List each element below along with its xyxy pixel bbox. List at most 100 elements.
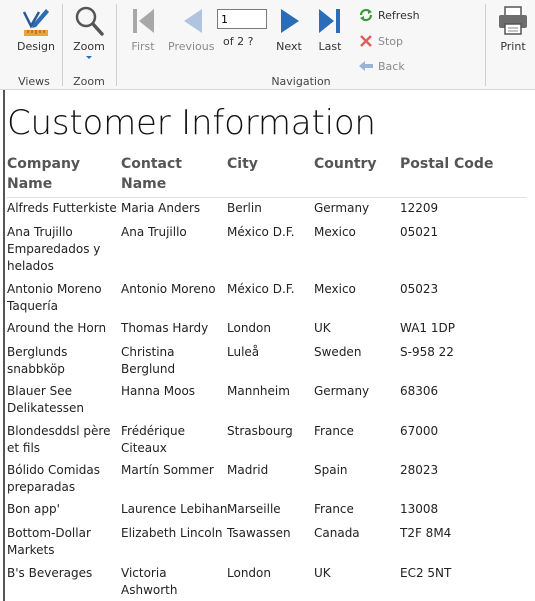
cell-postal-code: 05021: [400, 225, 439, 239]
cell-country: UK: [314, 566, 331, 580]
refresh-icon: [359, 8, 373, 22]
cell-contact: Hanna Moos: [121, 384, 196, 398]
next-page-icon: [281, 9, 299, 33]
cell-contact: Maria Anders: [121, 201, 201, 215]
cell-city: Strasbourg: [227, 424, 293, 438]
cell-city: London: [227, 321, 271, 335]
dropdown-arrow-icon: [86, 56, 92, 59]
cell-country: France: [314, 502, 354, 516]
previous-page-icon: [184, 9, 202, 33]
cell-company: B's Beverages: [7, 566, 93, 580]
cell-country: Mexico: [314, 225, 356, 239]
previous-page-button[interactable]: Previous: [168, 4, 215, 53]
cell-postal-code: EC2 5NT: [400, 566, 452, 580]
design-button[interactable]: Design: [14, 4, 58, 53]
cell-city: México D.F.: [227, 282, 295, 296]
report-toolbar: Design Views Zoom Zoom Navigation First: [0, 0, 535, 90]
cell-city: Marseille: [227, 502, 281, 516]
first-page-button[interactable]: First: [127, 4, 159, 53]
stop-icon: [360, 35, 372, 47]
refresh-button[interactable]: Refresh: [358, 6, 420, 24]
report-title: Customer Information: [7, 103, 376, 143]
stop-label: Stop: [378, 34, 404, 48]
next-page-button[interactable]: Next: [275, 4, 303, 53]
last-page-icon: [319, 9, 340, 33]
refresh-label: Refresh: [378, 8, 420, 22]
column-header-country: Country: [314, 156, 377, 172]
zoom-label: Zoom: [73, 40, 105, 53]
cell-company: Ana Trujillo Emparedados y helados: [7, 225, 101, 273]
first-page-icon: [133, 9, 154, 33]
design-icon: [22, 9, 49, 36]
column-header-contact: Contact Name: [121, 156, 182, 192]
cell-company: Berglunds snabbköp: [7, 345, 68, 376]
back-arrow-icon: [359, 61, 373, 71]
zoom-group: Zoom Zoom: [63, 0, 115, 90]
cell-country: Germany: [314, 201, 370, 215]
cell-country: Canada: [314, 526, 360, 540]
cell-city: Madrid: [227, 463, 269, 477]
cell-city: Berlin: [227, 201, 262, 215]
design-label: Design: [17, 40, 55, 53]
page-count-text: of 2 ?: [223, 35, 254, 48]
cell-company: Blauer See Delikatessen: [7, 384, 84, 415]
views-group: Design Views: [0, 0, 60, 90]
cell-contact: Antonio Moreno: [121, 282, 216, 296]
cell-company: Around the Horn: [7, 321, 107, 335]
navigation-group-label: Navigation: [271, 75, 331, 88]
last-page-button[interactable]: Last: [315, 4, 345, 53]
column-header-city: City: [227, 156, 258, 172]
magnifier-icon: [75, 6, 104, 36]
cell-postal-code: 05023: [400, 282, 439, 296]
cell-country: UK: [314, 321, 331, 335]
cell-city: Mannheim: [227, 384, 290, 398]
cell-contact: Martín Sommer: [121, 463, 214, 477]
page-number-input[interactable]: [217, 9, 267, 29]
cell-contact: Ana Trujillo: [121, 225, 187, 239]
header-divider: [7, 197, 527, 198]
cell-company: Bólido Comidas preparadas: [7, 463, 100, 494]
cell-company: Bon app': [7, 502, 60, 516]
cell-contact: Victoria Ashworth: [121, 566, 178, 597]
last-label: Last: [318, 40, 342, 53]
cell-company: Blondesddsl père et fils: [7, 424, 111, 455]
cell-company: Antonio Moreno Taquería: [7, 282, 102, 313]
cell-company: Alfreds Futterkiste: [7, 201, 117, 215]
cell-company: Bottom-Dollar Markets: [7, 526, 91, 557]
cell-country: Germany: [314, 384, 370, 398]
previous-label: Previous: [168, 40, 215, 53]
cell-postal-code: WA1 1DP: [400, 321, 455, 335]
cell-city: London: [227, 566, 271, 580]
cell-postal-code: 28023: [400, 463, 439, 477]
printer-icon: [499, 6, 527, 35]
stop-button[interactable]: Stop: [358, 32, 403, 50]
back-label: Back: [378, 59, 405, 73]
print-button[interactable]: Print: [494, 4, 532, 53]
column-header-postal-code: Postal Code: [400, 156, 494, 172]
separator: [485, 4, 486, 86]
column-header-company: Company Name: [7, 156, 81, 192]
cell-postal-code: 67000: [400, 424, 439, 438]
cell-country: Sweden: [314, 345, 362, 359]
cell-postal-code: T2F 8M4: [400, 526, 452, 540]
cell-postal-code: S-958 22: [400, 345, 454, 359]
cell-contact: Christina Berglund: [121, 345, 176, 376]
first-label: First: [131, 40, 155, 53]
zoom-button[interactable]: Zoom: [67, 4, 111, 61]
cell-country: Mexico: [314, 282, 356, 296]
cell-city: México D.F.: [227, 225, 295, 239]
cell-city: Luleå: [227, 345, 260, 359]
cell-postal-code: 12209: [400, 201, 439, 215]
print-label: Print: [500, 40, 526, 53]
cell-country: France: [314, 424, 354, 438]
cell-contact: Elizabeth Lincoln: [121, 526, 223, 540]
cell-contact: Laurence Lebihan: [121, 502, 228, 516]
cell-city: Tsawassen: [227, 526, 291, 540]
back-button[interactable]: Back: [358, 57, 405, 75]
cell-contact: Frédérique Citeaux: [121, 424, 185, 455]
zoom-group-label: Zoom: [73, 75, 105, 88]
next-label: Next: [276, 40, 302, 53]
report-viewer-border: [3, 90, 5, 601]
views-group-label: Views: [18, 75, 50, 88]
cell-contact: Thomas Hardy: [121, 321, 209, 335]
